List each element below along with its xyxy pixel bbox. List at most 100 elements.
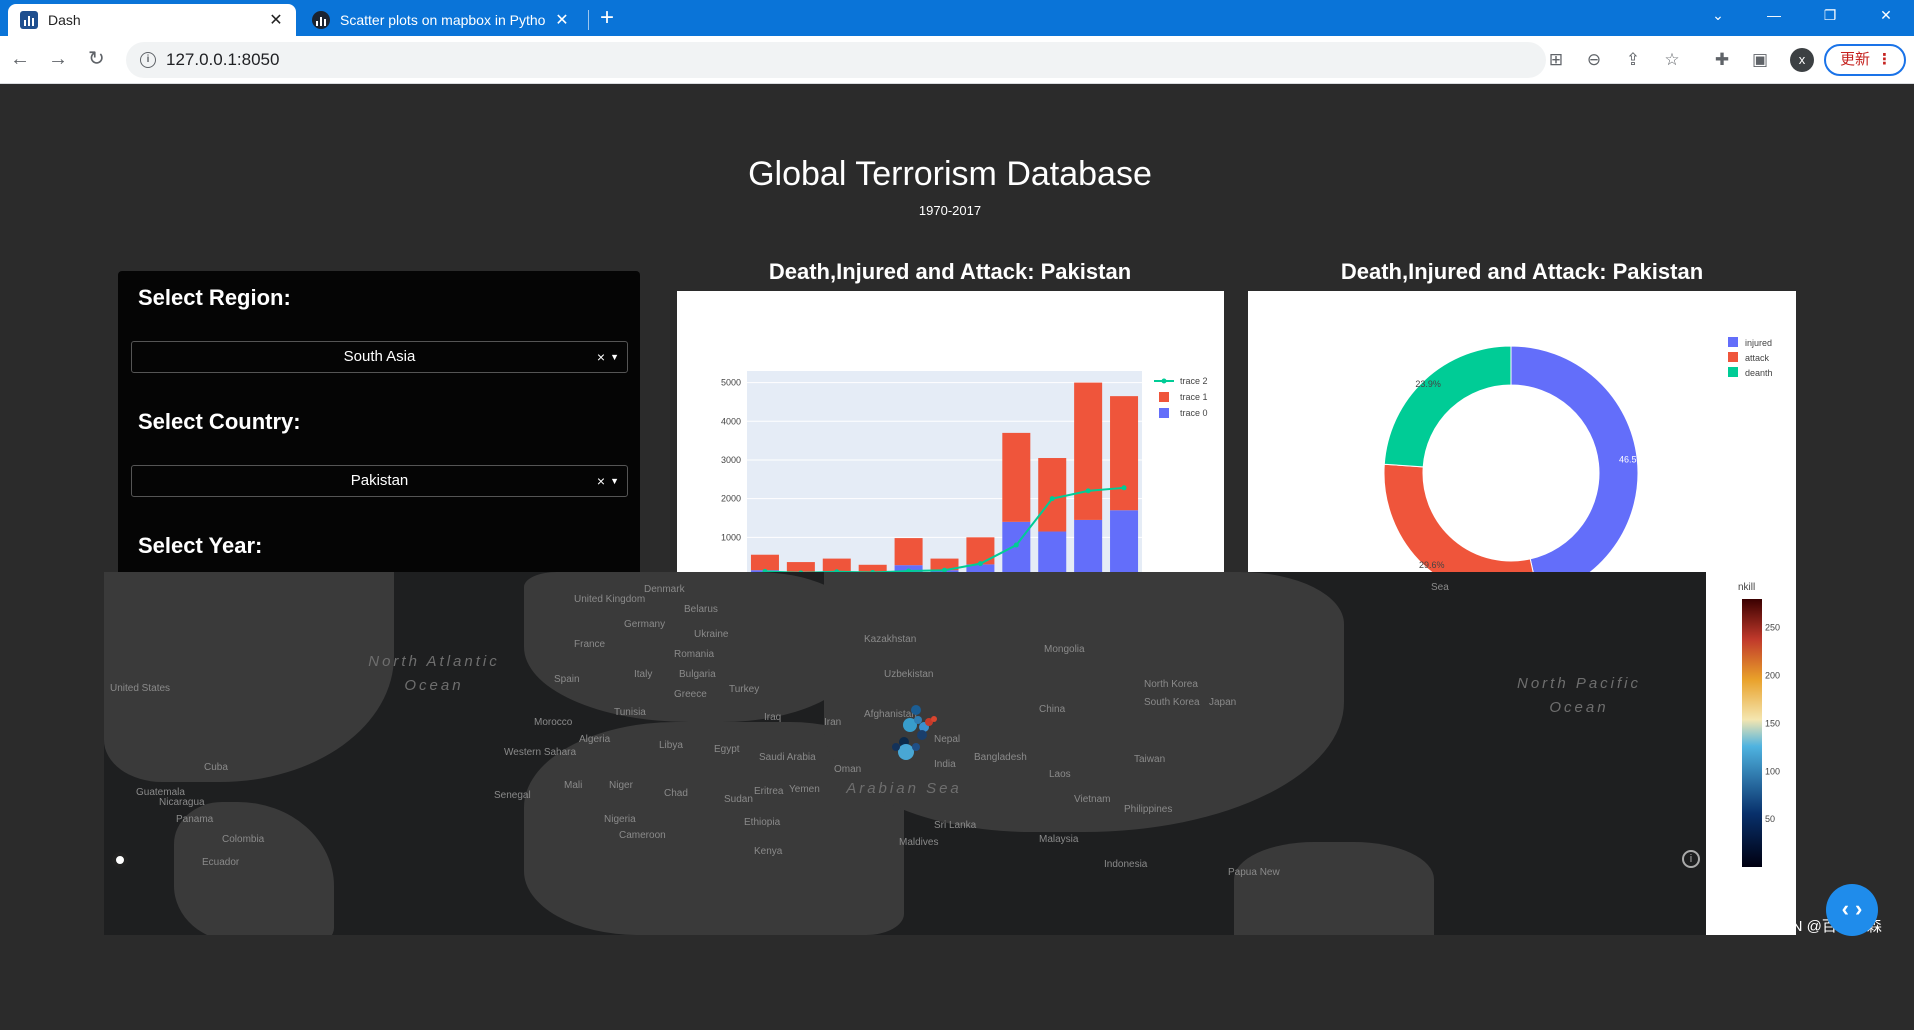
bar-segment	[966, 537, 995, 565]
country-value: Pakistan	[350, 472, 409, 489]
site-info-icon[interactable]: i	[140, 52, 156, 68]
legend-label: injured	[1745, 338, 1772, 348]
back-arrow-icon[interactable]: ←	[10, 48, 30, 70]
bar-segment	[1002, 432, 1031, 522]
close-tab-icon[interactable]: ✕	[550, 10, 574, 30]
chevron-down-icon[interactable]: ▼	[610, 342, 619, 372]
map-point[interactable]	[912, 743, 920, 751]
bar-segment	[1110, 396, 1139, 511]
url-text: 127.0.0.1:8050	[166, 50, 280, 69]
colorbar-tick-label: 50	[1765, 814, 1775, 824]
plotly-favicon-icon	[312, 11, 330, 29]
legend-swatch	[1728, 337, 1738, 347]
legend-label: deanth	[1745, 368, 1773, 378]
minimize-button[interactable]: —	[1746, 0, 1802, 30]
bar-segment	[1110, 510, 1139, 576]
colorbar-tick-label: 150	[1765, 718, 1780, 728]
browser-toolbar: ← → ↻ i 127.0.0.1:8050 ⊞ ⊖ ⇪ ☆ ✚ ▣ x 更新 ⋮	[0, 36, 1914, 84]
bar-segment	[750, 554, 779, 571]
legend-label: trace 2	[1180, 376, 1208, 386]
donut-slice	[1383, 345, 1512, 468]
mapbox-scatter-map[interactable]: North Atlantic Ocean Arabian Sea North P…	[104, 572, 1706, 935]
map-point[interactable]	[917, 730, 927, 740]
clear-country-icon[interactable]: ×	[597, 466, 605, 496]
legend-swatch	[1728, 367, 1738, 377]
dash-devtools-button[interactable]: ‹ ›	[1826, 884, 1878, 936]
translate-icon[interactable]: ⊞	[1546, 50, 1566, 70]
page-scrollbar[interactable]	[1906, 85, 1914, 1030]
line-marker	[1085, 488, 1091, 494]
legend-swatch	[1159, 392, 1169, 402]
colorbar-panel: nkill 50 100 150 200 250	[1706, 572, 1796, 935]
legend-swatch	[1159, 408, 1169, 418]
tab-separator	[588, 10, 589, 30]
address-bar[interactable]: i 127.0.0.1:8050	[126, 42, 1546, 78]
legend-label: trace 0	[1180, 408, 1208, 418]
map-point[interactable]	[892, 743, 900, 751]
update-button[interactable]: 更新 ⋮	[1824, 44, 1906, 76]
bookmark-star-icon[interactable]: ☆	[1662, 50, 1682, 70]
colorbar-tick-label: 100	[1765, 766, 1780, 776]
close-tab-icon[interactable]: ✕	[264, 10, 288, 30]
slice-percent-label: 23.9%	[1415, 379, 1441, 389]
chevron-down-icon[interactable]: ▼	[610, 466, 619, 496]
restore-button[interactable]: ❐	[1802, 0, 1858, 30]
bar-segment	[822, 558, 851, 571]
bar-chart-title: Death,Injured and Attack: Pakistan	[768, 259, 1132, 284]
slice-percent-label: 46.5%	[1619, 455, 1645, 465]
page-subtitle: 1970-2017	[918, 203, 982, 218]
colorbar: nkill 50 100 150 200 250	[1738, 582, 1780, 867]
map-point[interactable]	[898, 744, 914, 760]
y-tick-label: 5000	[721, 378, 741, 388]
legend-label: trace 1	[1180, 392, 1208, 402]
pie-chart-title: Death,Injured and Attack: Pakistan	[1340, 259, 1704, 284]
legend-label: attack	[1745, 353, 1770, 363]
kebab-menu-icon: ⋮	[1877, 51, 1892, 68]
map-point[interactable]	[911, 705, 921, 715]
tab-title: Scatter plots on mapbox in Pytho	[340, 12, 546, 28]
new-tab-button[interactable]: +	[600, 4, 614, 32]
line-marker	[977, 561, 983, 567]
profile-avatar[interactable]: x	[1790, 48, 1814, 72]
forward-arrow-icon[interactable]: →	[48, 48, 68, 70]
colorbar-tick-label: 250	[1765, 623, 1780, 633]
browser-tab-bar: Dash ✕ Scatter plots on mapbox in Pytho …	[0, 0, 1914, 36]
tab-dash[interactable]: Dash ✕	[8, 4, 296, 36]
clear-region-icon[interactable]: ×	[597, 342, 605, 372]
y-tick-label: 4000	[721, 416, 741, 426]
legend-swatch	[1728, 352, 1738, 362]
line-marker	[1121, 485, 1127, 491]
map-scatter-points[interactable]	[104, 572, 1706, 935]
page-title: Global Terrorism Database	[748, 155, 1152, 193]
region-dropdown[interactable]: South Asia × ▼	[131, 341, 628, 373]
bar-segment	[894, 538, 923, 566]
reload-icon[interactable]: ↻	[88, 48, 105, 70]
tab-search-chevron-icon[interactable]: ⌄	[1690, 0, 1746, 30]
bar-segment	[1074, 382, 1103, 520]
colorbar-ramp	[1742, 599, 1762, 867]
colorbar-tick-label: 200	[1765, 671, 1780, 681]
tab-title: Dash	[48, 12, 81, 28]
bar-segment	[1074, 519, 1103, 576]
y-tick-label: 1000	[721, 532, 741, 542]
y-tick-label: 3000	[721, 455, 741, 465]
zoom-icon[interactable]: ⊖	[1584, 50, 1604, 70]
line-marker	[1013, 542, 1019, 548]
update-label: 更新	[1840, 51, 1871, 68]
share-icon[interactable]: ⇪	[1623, 50, 1643, 70]
map-point[interactable]	[914, 716, 922, 724]
mapbox-logo-icon[interactable]	[112, 852, 128, 868]
bar-segment	[1002, 521, 1031, 576]
extensions-puzzle-icon[interactable]: ✚	[1712, 50, 1732, 70]
tab-plotly-docs[interactable]: Scatter plots on mapbox in Pytho ✕	[300, 4, 582, 36]
country-dropdown[interactable]: Pakistan × ▼	[131, 465, 628, 497]
country-label: Select Country:	[138, 409, 301, 434]
slice-percent-label: 29.6%	[1419, 560, 1445, 570]
side-panel-icon[interactable]: ▣	[1750, 50, 1770, 70]
line-marker	[1049, 496, 1055, 502]
map-info-icon[interactable]: i	[1682, 850, 1700, 868]
close-window-button[interactable]: ✕	[1858, 0, 1914, 30]
map-point[interactable]	[931, 716, 937, 722]
bar-segment	[1038, 458, 1067, 532]
bar-segment	[786, 562, 815, 572]
